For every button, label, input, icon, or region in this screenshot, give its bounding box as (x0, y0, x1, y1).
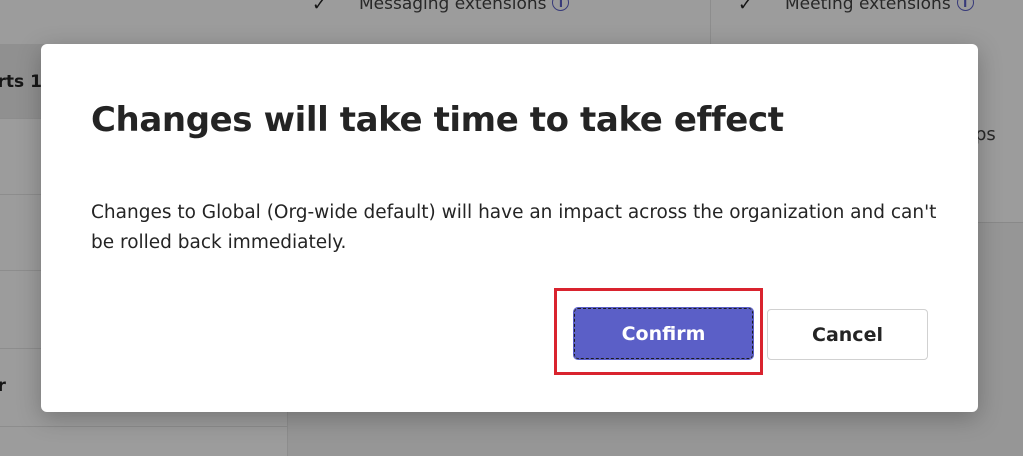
dialog-title: Changes will take time to take effect (91, 100, 784, 140)
dialog-body-text: Changes to Global (Org-wide default) wil… (91, 202, 937, 253)
page: erts 1 ar ✓ Messaging extensionsi ✓ Meet… (0, 0, 1023, 456)
confirmation-dialog: Changes will take time to take effect Ch… (41, 44, 978, 412)
cancel-button[interactable]: Cancel (767, 309, 928, 360)
confirm-button[interactable]: Confirm (573, 307, 754, 360)
